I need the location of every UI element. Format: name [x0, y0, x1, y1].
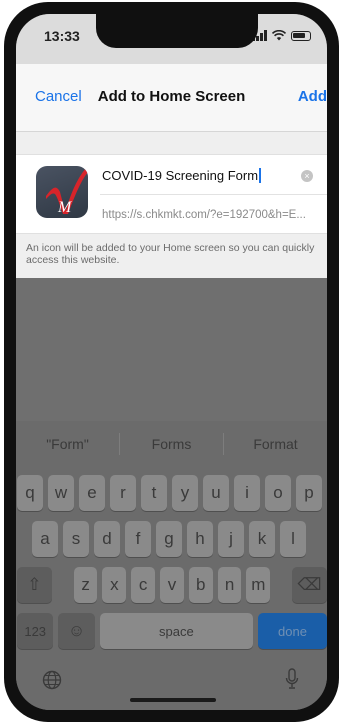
key-v[interactable]: v: [160, 567, 184, 603]
key-i[interactable]: i: [234, 475, 260, 511]
website-icon: M: [36, 166, 88, 218]
suggestion-2[interactable]: Forms: [120, 436, 223, 452]
screen: 13:33 Cancel Add to Home Screen Add M CO…: [16, 14, 327, 710]
shortcut-card: M COVID-19 Screening Form × https://s.ch…: [16, 154, 327, 234]
key-z[interactable]: z: [73, 567, 98, 603]
shift-key[interactable]: ⇧: [17, 567, 52, 603]
key-u[interactable]: u: [203, 475, 229, 511]
key-x[interactable]: x: [102, 567, 127, 603]
key-j[interactable]: j: [218, 521, 244, 557]
add-button[interactable]: Add: [298, 88, 327, 105]
key-t[interactable]: t: [141, 475, 167, 511]
website-url: https://s.chkmkt.com/?e=192700&h=E...: [102, 209, 306, 221]
key-o[interactable]: o: [265, 475, 291, 511]
keyboard: "Form" Forms Format q w e r t y u i o p …: [16, 421, 327, 710]
emoji-key[interactable]: ☺: [58, 613, 95, 649]
key-h[interactable]: h: [187, 521, 213, 557]
done-key[interactable]: done: [258, 613, 327, 649]
key-row-2: a s d f g h j k l: [16, 521, 327, 557]
key-k[interactable]: k: [249, 521, 275, 557]
key-n[interactable]: n: [217, 567, 242, 603]
key-c[interactable]: c: [131, 567, 156, 603]
status-time: 13:33: [44, 28, 80, 44]
numbers-key[interactable]: 123: [17, 613, 54, 649]
clear-text-icon[interactable]: ×: [301, 170, 313, 182]
page-title: Add to Home Screen: [97, 88, 246, 105]
key-l[interactable]: l: [280, 521, 306, 557]
key-d[interactable]: d: [94, 521, 120, 557]
key-e[interactable]: e: [79, 475, 105, 511]
home-indicator[interactable]: [130, 698, 216, 702]
globe-icon[interactable]: [42, 670, 62, 690]
suggestion-1[interactable]: "Form": [16, 436, 119, 452]
keyboard-bottom-bar: [16, 660, 327, 710]
key-s[interactable]: s: [63, 521, 89, 557]
add-to-home-sheet: Cancel Add to Home Screen Add M COVID-19…: [16, 64, 327, 278]
key-row-3: ⇧ z x c v b n m ⌫: [16, 567, 327, 603]
suggestion-3[interactable]: Format: [224, 436, 327, 452]
navigation-bar: Cancel Add to Home Screen Add: [16, 64, 327, 132]
svg-text:M: M: [57, 199, 73, 216]
key-a[interactable]: a: [32, 521, 58, 557]
helper-text: An icon will be added to your Home scree…: [16, 234, 327, 278]
key-b[interactable]: b: [188, 567, 213, 603]
key-g[interactable]: g: [156, 521, 182, 557]
key-r[interactable]: r: [110, 475, 136, 511]
key-q[interactable]: q: [17, 475, 43, 511]
delete-key[interactable]: ⌫: [292, 567, 327, 603]
key-row-4: 123 ☺ space done: [16, 613, 327, 649]
predictive-bar: "Form" Forms Format: [16, 421, 327, 467]
text-cursor: [259, 168, 261, 183]
status-icons: [252, 30, 311, 41]
key-m[interactable]: m: [246, 567, 271, 603]
wifi-icon: [272, 30, 286, 41]
space-key[interactable]: space: [99, 613, 254, 649]
key-f[interactable]: f: [125, 521, 151, 557]
key-y[interactable]: y: [172, 475, 198, 511]
key-w[interactable]: w: [48, 475, 74, 511]
microphone-icon[interactable]: [285, 668, 299, 690]
shortcut-name-input[interactable]: COVID-19 Screening Form: [102, 168, 261, 183]
notch: [96, 14, 258, 48]
key-p[interactable]: p: [296, 475, 322, 511]
phone-frame: 13:33 Cancel Add to Home Screen Add M CO…: [4, 2, 339, 722]
battery-icon: [291, 30, 311, 41]
section-gap: [16, 132, 327, 154]
key-row-1: q w e r t y u i o p: [16, 475, 327, 511]
shortcut-name-field[interactable]: COVID-19 Screening Form ×: [100, 155, 327, 195]
